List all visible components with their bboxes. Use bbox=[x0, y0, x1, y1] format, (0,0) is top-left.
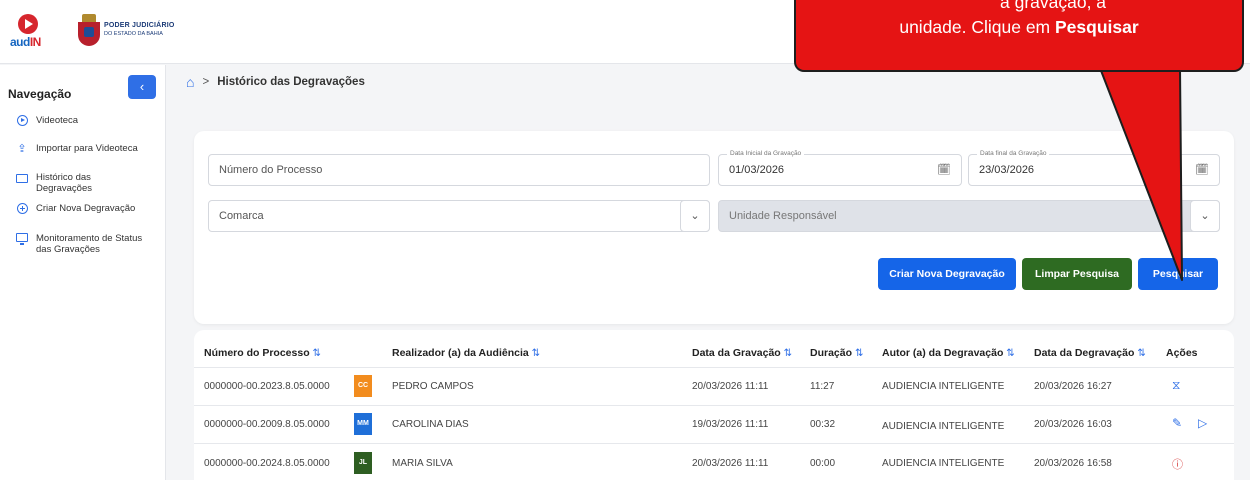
sidebar-item-label: Histórico das Degravações bbox=[36, 172, 92, 194]
monitor-icon bbox=[16, 233, 28, 245]
cell-realizer: CAROLINA DIAS bbox=[392, 419, 469, 430]
play-circle-icon bbox=[16, 115, 28, 127]
home-icon[interactable]: ⌂ bbox=[186, 74, 194, 90]
sidebar-collapse-button[interactable]: ‹ bbox=[128, 75, 156, 99]
cell-process: 0000000-00.2023.8.05.0000 bbox=[204, 381, 330, 392]
sort-icon[interactable]: ⇅ bbox=[784, 348, 792, 359]
upload-icon: ⇪ bbox=[17, 143, 27, 155]
cell-duration: 11:27 bbox=[810, 381, 835, 392]
sidebar-item-importar[interactable]: ⇪ Importar para Videoteca bbox=[16, 143, 146, 155]
breadcrumb-current: Histórico das Degravações bbox=[217, 76, 365, 88]
sort-icon[interactable]: ⇅ bbox=[313, 348, 321, 359]
start-date-field[interactable]: Data Inicial da Gravação 01/03/2026 🗓 bbox=[718, 149, 962, 186]
row-divider bbox=[194, 367, 1234, 368]
end-date-label: Data final da Gravação bbox=[977, 149, 1050, 158]
end-date-value: 23/03/2026 bbox=[979, 164, 1035, 176]
start-date-value: 01/03/2026 bbox=[729, 164, 785, 176]
callout-pointer bbox=[1099, 64, 1183, 281]
start-date-label: Data Inicial da Gravação bbox=[727, 149, 805, 158]
create-degravacao-button[interactable]: Criar Nova Degravação bbox=[878, 258, 1016, 290]
row-divider bbox=[194, 443, 1234, 444]
column-header-degravacao-date[interactable]: Data da Degravação ⇅ bbox=[1034, 347, 1146, 359]
sort-icon[interactable]: ⇅ bbox=[1137, 348, 1145, 359]
sidebar-item-monitoramento[interactable]: Monitoramento de Status das Gravações bbox=[16, 233, 146, 255]
unidade-placeholder: Unidade Responsável bbox=[729, 210, 837, 222]
cell-degravacao-date: 20/03/2026 16:27 bbox=[1034, 381, 1112, 392]
column-header-actions: Ações bbox=[1166, 347, 1198, 359]
cell-author: AUDIENCIA INTELIGENTE bbox=[882, 458, 1005, 469]
calendar-icon[interactable]: 🗓 bbox=[937, 155, 951, 185]
process-number-input[interactable]: Número do Processo bbox=[208, 154, 710, 186]
sidebar-item-label: Criar Nova Degravação bbox=[36, 203, 136, 214]
court-name-line1: PODER JUDICIÁRIO bbox=[104, 22, 175, 29]
breadcrumb: ⌂ > Histórico das Degravações bbox=[186, 74, 365, 90]
callout-text-line1: a gravação, a bbox=[1000, 0, 1107, 12]
column-header-recording-date[interactable]: Data da Gravação ⇅ bbox=[692, 347, 792, 359]
cell-process: 0000000-00.2009.8.05.0000 bbox=[204, 419, 330, 430]
avatar: CC bbox=[354, 375, 372, 397]
process-number-placeholder: Número do Processo bbox=[219, 164, 323, 176]
callout-text-line2: unidade. Clique em Pesquisar bbox=[899, 17, 1139, 37]
sidebar-title: Navegação bbox=[8, 87, 72, 101]
cell-degravacao-date: 20/03/2026 16:58 bbox=[1034, 458, 1112, 469]
cell-degravacao-date: 20/03/2026 16:03 bbox=[1034, 419, 1112, 430]
play-icon[interactable]: ▷ bbox=[1198, 416, 1207, 430]
breadcrumb-separator: > bbox=[202, 76, 210, 88]
sort-icon[interactable]: ⇅ bbox=[855, 348, 863, 359]
sidebar-item-criar[interactable]: Criar Nova Degravação bbox=[16, 203, 146, 215]
avatar: JL bbox=[354, 452, 372, 474]
sidebar-item-videoteca[interactable]: Videoteca bbox=[16, 115, 146, 127]
column-header-process[interactable]: Número do Processo ⇅ bbox=[204, 347, 321, 359]
folder-icon bbox=[16, 172, 28, 184]
cell-recording-date: 19/03/2026 11:11 bbox=[692, 419, 769, 430]
hourglass-icon[interactable]: ⧖ bbox=[1172, 378, 1180, 393]
cell-author: AUDIENCIA INTELIGENTE bbox=[882, 381, 1005, 392]
avatar: MM bbox=[354, 413, 372, 435]
court-name-line2: DO ESTADO DA BAHIA bbox=[104, 31, 163, 37]
sidebar-item-label: Videoteca bbox=[36, 115, 79, 126]
cell-recording-date: 20/03/2026 11:11 bbox=[692, 381, 769, 392]
chevron-down-icon[interactable]: ⌄ bbox=[680, 200, 710, 232]
cell-duration: 00:32 bbox=[810, 419, 836, 430]
comarca-select[interactable]: Comarca bbox=[208, 200, 710, 232]
edit-icon[interactable]: ✎ bbox=[1172, 416, 1182, 430]
sort-icon[interactable]: ⇅ bbox=[532, 348, 540, 359]
sidebar-item-label: Importar para Videoteca bbox=[36, 143, 138, 154]
column-header-author[interactable]: Autor (a) da Degravação ⇅ bbox=[882, 347, 1015, 359]
sidebar: Navegação ‹ Videoteca ⇪ Importar para Vi… bbox=[0, 65, 166, 480]
court-crest-icon bbox=[78, 14, 100, 48]
audin-logo[interactable]: audIN bbox=[10, 14, 50, 50]
cell-realizer: MARIA SILVA bbox=[392, 458, 453, 469]
sort-icon[interactable]: ⇅ bbox=[1006, 348, 1014, 359]
logo-text: audIN bbox=[10, 35, 41, 49]
sidebar-item-label: Monitoramento de Status das Gravações bbox=[36, 233, 143, 255]
cell-author: AUDIENCIA INTELIGENTE bbox=[882, 421, 1005, 432]
plus-circle-icon bbox=[16, 203, 28, 215]
column-header-duration[interactable]: Duração ⇅ bbox=[810, 347, 863, 359]
column-header-realizer[interactable]: Realizador (a) da Audiência ⇅ bbox=[392, 347, 540, 359]
logo-play-icon bbox=[18, 14, 38, 34]
court-name: PODER JUDICIÁRIO DO ESTADO DA BAHIA bbox=[104, 22, 175, 38]
error-icon[interactable]: ⓘ bbox=[1172, 456, 1183, 472]
row-divider bbox=[194, 405, 1234, 406]
sidebar-item-historico[interactable]: Histórico das Degravações bbox=[16, 172, 146, 194]
comarca-placeholder: Comarca bbox=[219, 210, 264, 222]
cell-realizer: PEDRO CAMPOS bbox=[392, 381, 474, 392]
cell-duration: 00:00 bbox=[810, 458, 836, 469]
cell-process: 0000000-00.2024.8.05.0000 bbox=[204, 458, 330, 469]
cell-recording-date: 20/03/2026 11:11 bbox=[692, 458, 769, 469]
